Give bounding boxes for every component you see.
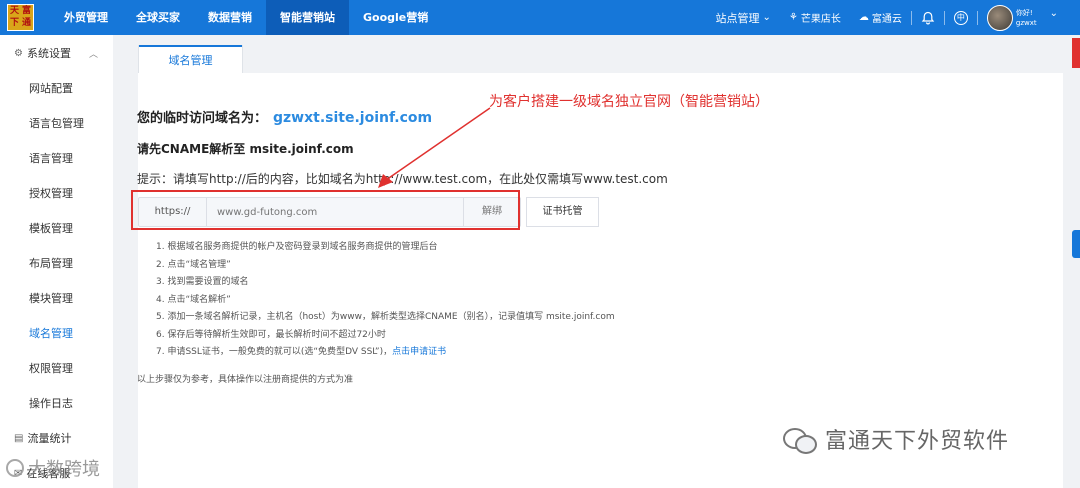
step-item: 2. 点击“域名管理” — [156, 260, 231, 270]
chevron-down-icon: ⌄ — [762, 12, 771, 23]
sidebar-item-permission[interactable]: 权限管理 — [29, 360, 73, 376]
logo-char: 天 — [9, 5, 19, 16]
brand-logo[interactable]: 天 富 下 通 — [7, 4, 34, 31]
annotation-text: 为客户搭建一级域名独立官网（智能营销站） — [489, 94, 769, 110]
sidebar-item-log[interactable]: 操作日志 — [29, 395, 73, 411]
chevron-up-icon: ︿ — [88, 49, 98, 60]
chevron-down-icon: ⌄ — [1049, 8, 1058, 19]
bell-icon — [921, 11, 935, 24]
top-right-toolbar: 站点管理 ⌄ ⚘ 芒果店长 ☁ 富通云 中 你好! gzwxt ⌄ — [707, 0, 1080, 35]
tab-domain-management[interactable]: 域名管理 — [138, 45, 243, 74]
sidebar-item-site-config[interactable]: 网站配置 — [29, 80, 73, 96]
temp-domain-label: 您的临时访问域名为： — [137, 111, 268, 126]
mango-link[interactable]: ⚘ 芒果店长 — [780, 0, 850, 35]
watermark: 富通天下外贸软件 — [783, 423, 1009, 455]
logo-char: 下 — [9, 18, 19, 29]
gear-icon: ⚙ — [14, 47, 23, 59]
futong-cloud-link[interactable]: ☁ 富通云 — [850, 0, 911, 35]
watermark-text: 富通天下外贸软件 — [825, 429, 1010, 454]
watermark-bottom-left-text: 大数跨境 — [28, 459, 100, 480]
sidebar-item-template[interactable]: 模板管理 — [29, 220, 73, 236]
main-nav: 外贸管理 全球买家 数据营销 智能营销站 Google营销 — [50, 0, 442, 35]
sidebar-item-domain[interactable]: 域名管理 — [29, 325, 73, 341]
language-icon: 中 — [953, 10, 968, 25]
chart-icon: ▤ — [14, 432, 24, 444]
site-manage-dropdown[interactable]: 站点管理 ⌄ — [707, 0, 780, 35]
hint-text: 提示：请填写http://后的内容，比如域名为http://www.test.c… — [137, 172, 668, 186]
sidebar-section-system[interactable]: ⚙ 系统设置 ︿ — [14, 45, 98, 61]
step-item: 5. 添加一条域名解析记录，主机名（host）为www，解析类型选择CNAME（… — [156, 312, 615, 322]
nav-item-data-marketing[interactable]: 数据营销 — [194, 0, 266, 35]
annotation-highlight-box — [131, 190, 520, 230]
mango-icon: ⚘ — [788, 12, 798, 23]
nav-item-trade[interactable]: 外贸管理 — [50, 0, 122, 35]
sidebar-section-traffic[interactable]: ▤ 流量统计 — [14, 430, 71, 446]
sidebar-item-auth[interactable]: 授权管理 — [29, 185, 73, 201]
sidebar-section-label: 流量统计 — [27, 432, 72, 445]
step-item: 1. 根据域名服务商提供的帐户及密码登录到域名服务商提供的管理后台 — [156, 242, 438, 252]
sidebar: ⚙ 系统设置 ︿ 网站配置 语言包管理 语言管理 授权管理 模板管理 布局管理 … — [0, 35, 113, 488]
mango-label: 芒果店长 — [800, 14, 841, 25]
username: gzwxt — [1015, 18, 1037, 27]
watermark-bottom-left: 大数跨境 — [6, 455, 100, 481]
step-item: 3. 找到需要设置的域名 — [156, 277, 249, 287]
sidebar-item-module[interactable]: 模块管理 — [29, 290, 73, 306]
sidebar-item-layout[interactable]: 布局管理 — [29, 255, 73, 271]
notification-button[interactable] — [912, 0, 944, 35]
user-info: 你好! gzwxt — [1016, 8, 1037, 28]
cloud-icon: ☁ — [858, 12, 869, 23]
weibo-icon — [6, 459, 24, 477]
cname-instruction: 请先CNAME解析至 msite.joinf.com — [137, 142, 354, 156]
reference-note: 以上步骤仅为参考，具体操作以注册商提供的方式为准 — [137, 375, 354, 385]
temp-domain-value: gzwxt.site.joinf.com — [273, 110, 433, 126]
user-greeting: 你好! — [1015, 8, 1033, 17]
side-feedback-tab[interactable] — [1072, 38, 1080, 68]
top-navbar: 天 富 下 通 外贸管理 全球买家 数据营销 智能营销站 Google营销 站点… — [0, 0, 1080, 35]
user-menu[interactable]: 你好! gzwxt ⌄ — [978, 0, 1080, 35]
site-manage-label: 站点管理 — [715, 11, 760, 25]
sidebar-item-lang[interactable]: 语言管理 — [29, 150, 73, 166]
step-item: 4. 点击“域名解析” — [156, 295, 231, 305]
nav-item-smart-site[interactable]: 智能营销站 — [266, 0, 349, 35]
step-text: 7. 申请SSL证书，一般免费的就可以(选“免费型DV SSL”)， — [156, 347, 393, 357]
cert-hosting-button[interactable]: 证书托管 — [526, 197, 599, 227]
logo-char: 富 — [21, 5, 31, 16]
futong-cloud-label: 富通云 — [871, 14, 902, 25]
nav-item-google[interactable]: Google营销 — [349, 0, 442, 35]
apply-cert-link[interactable]: 点击申请证书 — [392, 347, 446, 357]
temp-domain-line: 您的临时访问域名为： gzwxt.site.joinf.com — [137, 107, 432, 126]
avatar — [986, 4, 1013, 31]
step-item: 7. 申请SSL证书，一般免费的就可以(选“免费型DV SSL”)，点击申请证书 — [156, 344, 446, 357]
sidebar-section-label: 系统设置 — [26, 47, 71, 60]
wechat-icon — [783, 425, 817, 454]
nav-item-buyers[interactable]: 全球买家 — [122, 0, 194, 35]
logo-char: 通 — [21, 18, 31, 29]
sidebar-item-lang-pack[interactable]: 语言包管理 — [29, 115, 84, 131]
step-item: 6. 保存后等待解析生效即可，最长解析时间不超过72小时 — [156, 330, 386, 340]
side-expand-tab[interactable] — [1072, 230, 1080, 258]
language-button[interactable]: 中 — [945, 0, 977, 35]
